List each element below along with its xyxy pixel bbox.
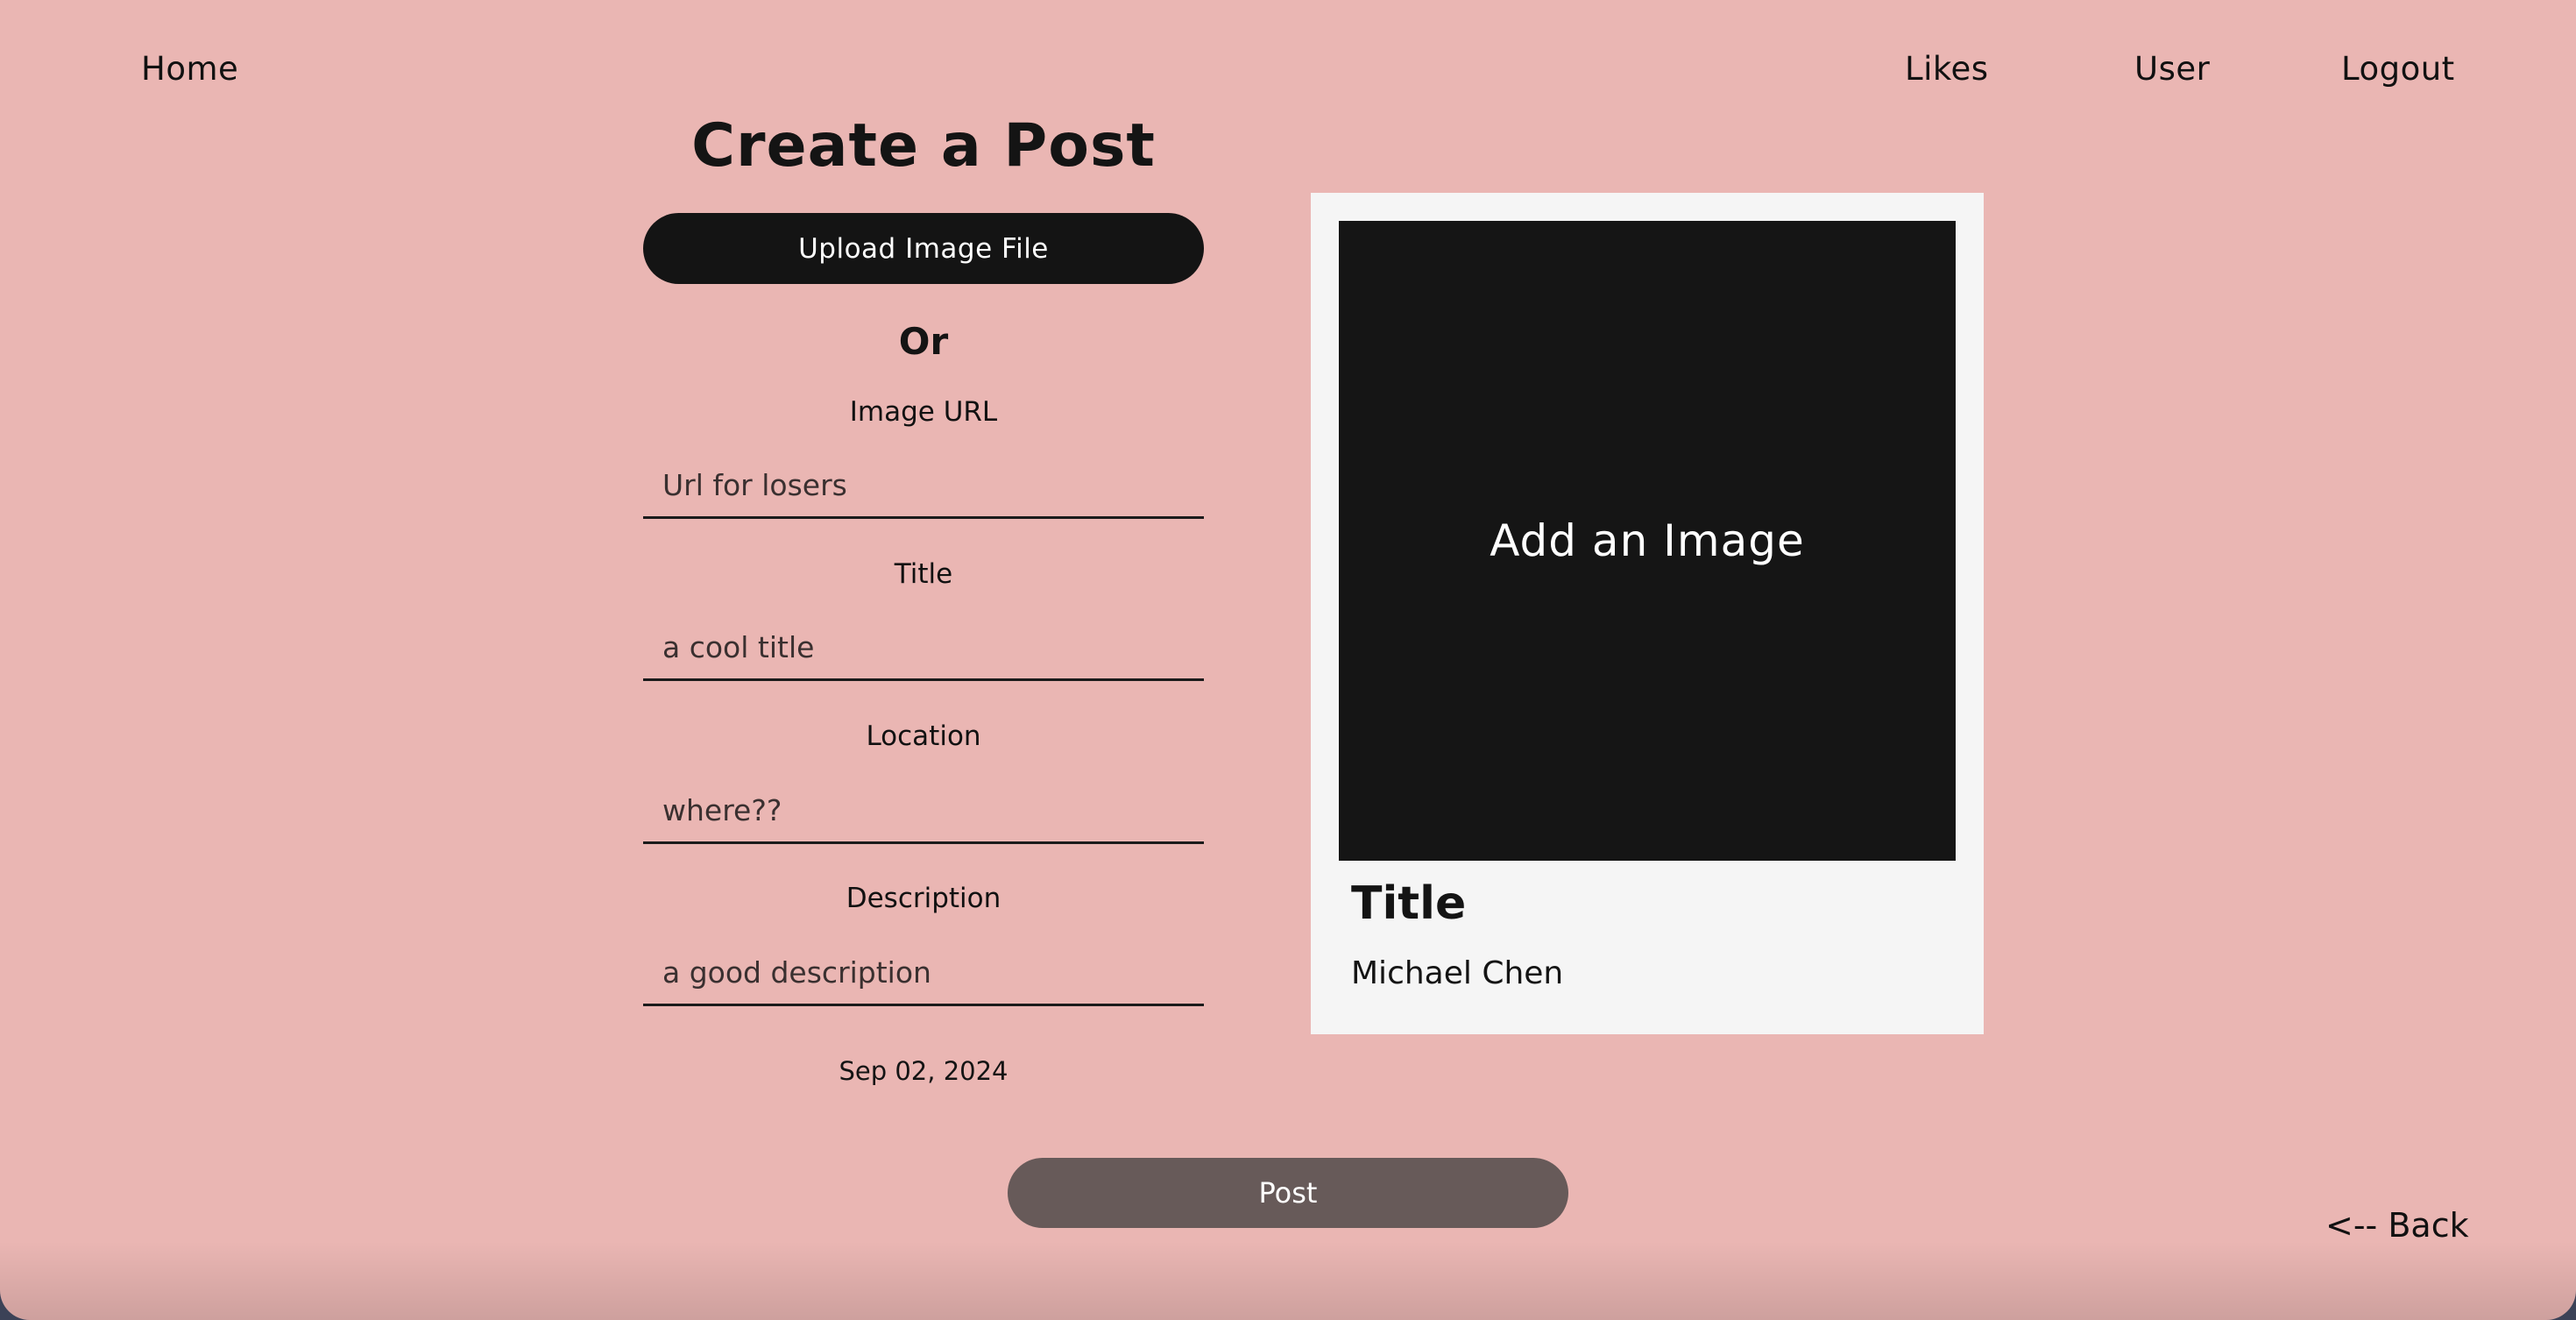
nav-likes-link[interactable]: Likes: [1905, 46, 1989, 93]
image-url-label: Image URL: [849, 396, 998, 428]
back-link[interactable]: <-- Back: [2325, 1203, 2469, 1248]
post-button[interactable]: Post: [1008, 1158, 1568, 1228]
title-input[interactable]: [643, 611, 1204, 681]
add-image-text: Add an Image: [1490, 515, 1805, 566]
nav-user-link[interactable]: User: [2134, 46, 2210, 93]
location-label: Location: [866, 720, 981, 752]
preview-author: Michael Chen: [1351, 955, 1564, 991]
image-url-input[interactable]: [643, 449, 1204, 519]
or-divider-text: Or: [898, 320, 949, 363]
title-label: Title: [894, 558, 953, 590]
nav-home-link[interactable]: Home: [141, 46, 238, 93]
description-label: Description: [846, 883, 1001, 914]
upload-image-button[interactable]: Upload Image File: [643, 213, 1204, 284]
preview-title: Title: [1351, 877, 1467, 930]
page: Home Likes User Logout Create a Post Upl…: [0, 0, 2576, 1320]
post-date: Sep 02, 2024: [839, 1056, 1008, 1086]
preview-image-placeholder: Add an Image: [1339, 221, 1956, 861]
description-input[interactable]: [643, 936, 1204, 1006]
location-input[interactable]: [643, 774, 1204, 844]
nav-logout-link[interactable]: Logout: [2341, 46, 2455, 93]
post-preview-card: Add an Image Title Michael Chen: [1311, 193, 1984, 1034]
bottom-shade: [0, 1241, 2576, 1320]
page-title: Create a Post: [691, 111, 1156, 181]
